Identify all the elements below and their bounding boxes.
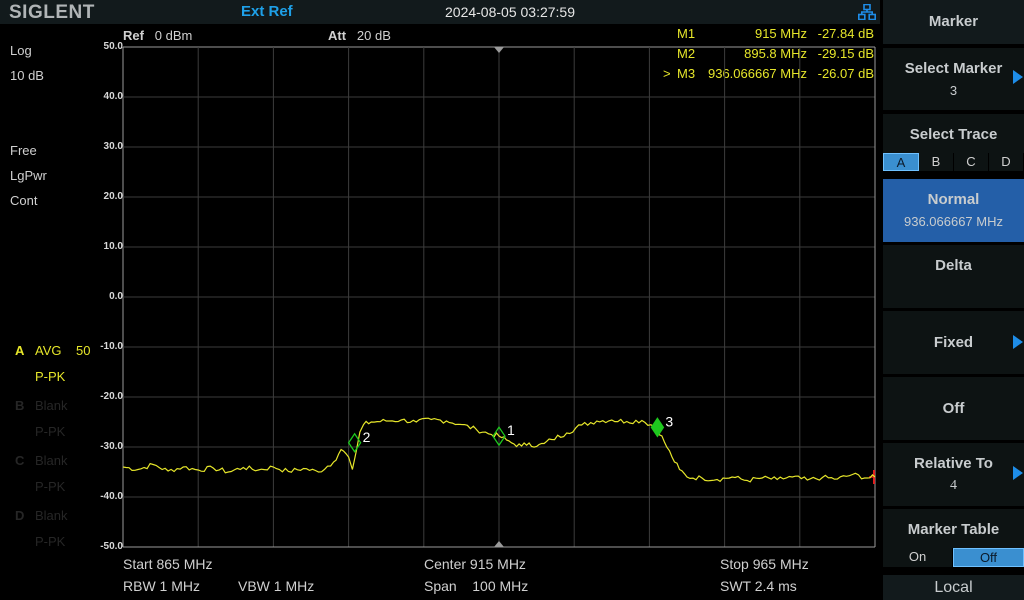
sweep-time[interactable]: SWT 2.4 ms — [720, 578, 797, 594]
select-marker-value: 3 — [949, 83, 958, 98]
off-button[interactable]: Off — [883, 377, 1024, 440]
marker-1-label: 1 — [507, 422, 515, 438]
spectrum-plot[interactable]: 1 2 3 — [0, 0, 880, 600]
local-button[interactable]: Local — [883, 575, 1024, 600]
select-trace-toggle: A B C D — [883, 153, 1024, 171]
trace-option-c[interactable]: C — [954, 153, 989, 171]
vbw[interactable]: VBW 1 MHz — [238, 578, 314, 594]
rbw[interactable]: RBW 1 MHz — [123, 578, 200, 594]
center-frequency[interactable]: Center 915 MHz — [424, 556, 526, 572]
select-trace-label: Select Trace — [883, 114, 1024, 154]
fixed-label: Fixed — [933, 334, 974, 351]
relative-to-button[interactable]: Relative To 4 — [883, 443, 1024, 506]
marker-table-label: Marker Table — [883, 509, 1024, 549]
submenu-arrow-icon — [1013, 466, 1023, 480]
marker-table-on[interactable]: On — [883, 548, 953, 567]
select-marker-label: Select Marker — [904, 60, 1003, 77]
normal-button[interactable]: Normal 936.066667 MHz — [883, 179, 1024, 242]
plot-grid — [122, 46, 876, 548]
menu-title: Marker — [883, 0, 1024, 44]
start-frequency[interactable]: Start 865 MHz — [123, 556, 212, 572]
marker-3-diamond — [650, 417, 665, 438]
marker-3-label: 3 — [665, 413, 673, 429]
submenu-arrow-icon — [1013, 70, 1023, 84]
fixed-button[interactable]: Fixed — [883, 311, 1024, 374]
span[interactable]: Span 100 MHz — [424, 578, 528, 594]
marker-layer: 1 2 3 — [347, 413, 673, 453]
select-marker-button[interactable]: Select Marker 3 — [883, 48, 1024, 110]
relative-to-value: 4 — [950, 478, 957, 493]
relative-to-label: Relative To — [914, 455, 993, 472]
center-bottom-indicator — [494, 541, 504, 547]
trace-option-b[interactable]: B — [919, 153, 954, 171]
marker-2-label: 2 — [363, 429, 371, 445]
stop-frequency[interactable]: Stop 965 MHz — [720, 556, 809, 572]
marker-table-off[interactable]: Off — [953, 548, 1024, 567]
center-top-indicator — [494, 47, 504, 53]
marker-table-toggle: On Off — [883, 548, 1024, 567]
submenu-arrow-icon — [1013, 335, 1023, 349]
normal-label: Normal — [927, 191, 980, 208]
trace-option-a[interactable]: A — [883, 153, 919, 171]
normal-value: 936.066667 MHz — [903, 214, 1003, 229]
trace-option-d[interactable]: D — [989, 153, 1024, 171]
delta-button[interactable]: Delta — [883, 245, 1024, 308]
